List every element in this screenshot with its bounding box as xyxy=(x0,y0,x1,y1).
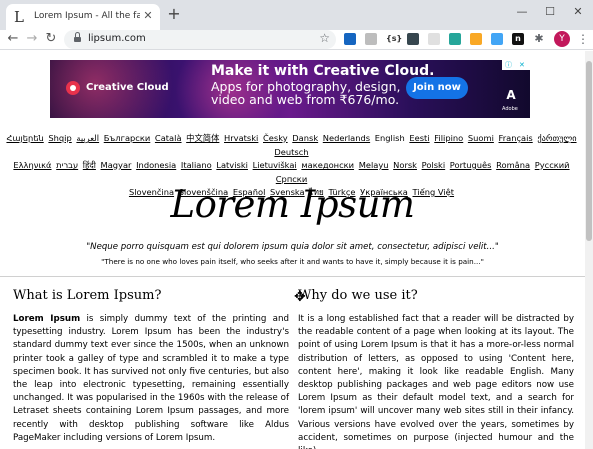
ext-blue-square-icon[interactable] xyxy=(344,33,356,45)
url-text[interactable]: lipsum.com xyxy=(88,33,146,44)
language-link[interactable]: Indonesia xyxy=(136,160,176,170)
language-link[interactable]: Latviski xyxy=(216,160,248,170)
language-link[interactable]: Melayu xyxy=(359,160,389,170)
browser-toolbar: ← → ↻ lipsum.com ☆ {s} n ✱ Y ⋮ xyxy=(0,30,593,50)
ext-green-circle-icon[interactable] xyxy=(449,33,461,45)
language-link[interactable]: Polski xyxy=(422,160,446,170)
browser-tab[interactable]: L Lorem Ipsum - All the facts - Lip ✕ xyxy=(6,4,160,30)
maximize-icon[interactable]: ☐ xyxy=(536,0,564,26)
language-link[interactable]: Eesti xyxy=(409,133,429,143)
language-link[interactable]: Nederlands xyxy=(323,133,370,143)
language-link[interactable]: Lietuviškai xyxy=(253,160,297,170)
what-is-body: is simply dummy text of the printing and… xyxy=(13,314,289,443)
why-use-text: It is a long established fact that a rea… xyxy=(298,314,574,449)
what-is-text: Lorem Ipsum is simply dummy text of the … xyxy=(13,313,289,445)
language-link[interactable]: Српски xyxy=(276,174,307,184)
language-link[interactable]: Հայերեն xyxy=(6,133,43,143)
menu-dots-icon[interactable]: ⋮ xyxy=(577,31,589,47)
language-row: Հայերեն Shqip العربية Български Català 中… xyxy=(3,132,580,159)
tab-close-icon[interactable]: ✕ xyxy=(142,10,154,22)
language-link[interactable]: Italiano xyxy=(181,160,212,170)
lock-icon[interactable] xyxy=(74,32,81,43)
back-icon[interactable]: ← xyxy=(5,31,21,47)
ext-clock-icon[interactable] xyxy=(365,33,377,45)
ext-pen-icon[interactable] xyxy=(407,33,419,45)
language-link[interactable]: Suomi xyxy=(468,133,494,143)
language-link[interactable]: Català xyxy=(155,133,182,143)
language-link[interactable]: Deutsch xyxy=(274,147,308,157)
why-use-heading: Why do we use it? xyxy=(298,288,418,303)
language-link[interactable]: Shqip xyxy=(48,133,71,143)
adchoices-icon[interactable]: ⓘ ✕ xyxy=(502,60,530,70)
ext-puzzle-icon[interactable]: ✱ xyxy=(533,33,545,45)
ad-join-button[interactable]: Join now xyxy=(406,77,468,99)
creative-cloud-logo-icon xyxy=(66,81,80,95)
bookmark-star-icon[interactable]: ☆ xyxy=(319,31,330,45)
latin-quote: "Neque porro quisquam est qui dolorem ip… xyxy=(86,242,499,252)
language-link[interactable]: Pyccкий xyxy=(535,160,570,170)
language-link[interactable]: Português xyxy=(450,160,492,170)
language-link[interactable]: Magyar xyxy=(101,160,132,170)
divider xyxy=(0,276,585,277)
tab-title: Lorem Ipsum - All the facts - Lip xyxy=(34,11,140,21)
ext-n-icon[interactable]: n xyxy=(512,33,524,45)
language-link[interactable]: Dansk xyxy=(292,133,318,143)
page-title: Lorem Ipsum xyxy=(170,183,415,226)
language-link[interactable]: македонски xyxy=(301,160,354,170)
language-link[interactable]: Česky xyxy=(263,133,288,143)
ext-blue-icon[interactable] xyxy=(491,33,503,45)
page-scrollbar[interactable] xyxy=(585,51,593,449)
language-link[interactable]: Hrvatski xyxy=(224,133,258,143)
reload-icon[interactable]: ↻ xyxy=(43,31,59,47)
ad-headline: Make it with Creative Cloud. xyxy=(211,63,435,79)
ext-yellow-icon[interactable] xyxy=(470,33,482,45)
language-link[interactable]: Româna xyxy=(496,160,530,170)
forward-icon[interactable]: → xyxy=(24,31,40,47)
english-quote: "There is no one who loves pain itself, … xyxy=(101,257,484,266)
new-tab-icon[interactable]: + xyxy=(166,6,182,22)
language-link[interactable]: English xyxy=(375,133,405,143)
language-link[interactable]: עברית xyxy=(56,160,78,170)
language-link[interactable]: Norsk xyxy=(393,160,417,170)
tab-strip: L Lorem Ipsum - All the facts - Lip ✕ + … xyxy=(0,0,593,30)
ad-brand: Creative Cloud xyxy=(86,82,169,93)
language-link[interactable]: العربية xyxy=(76,133,99,143)
scrollbar-thumb[interactable] xyxy=(586,61,592,241)
language-link[interactable]: 中文简体 xyxy=(186,133,219,143)
close-icon[interactable]: ✕ xyxy=(564,0,592,26)
lipsum-favicon-icon: L xyxy=(14,8,24,26)
address-bar[interactable]: lipsum.com ☆ xyxy=(64,30,336,49)
language-link[interactable]: Ελληνικά xyxy=(13,160,51,170)
ad-banner[interactable]: Creative Cloud Make it with Creative Clo… xyxy=(50,60,530,118)
language-link[interactable]: Français xyxy=(499,133,533,143)
ext-grey-square-icon[interactable] xyxy=(428,33,440,45)
profile-avatar[interactable]: Y xyxy=(554,31,570,47)
move-cursor-icon: ✥ xyxy=(294,289,306,305)
page-content: Creative Cloud Make it with Creative Clo… xyxy=(0,51,585,449)
lead-bold: Lorem Ipsum xyxy=(13,314,81,324)
what-is-heading: What is Lorem Ipsum? xyxy=(13,288,162,303)
language-row: Ελληνικά עברית हिंदी Magyar Indonesia It… xyxy=(3,159,580,186)
ad-body: Apps for photography, design, video and … xyxy=(211,79,401,107)
minimize-icon[interactable]: — xyxy=(508,0,536,26)
ext-code-icon[interactable]: {s} xyxy=(386,33,402,45)
language-link[interactable]: हिंदी xyxy=(83,160,96,170)
language-link[interactable]: Български xyxy=(104,133,151,143)
adobe-label: Adobe xyxy=(502,106,518,112)
language-link[interactable]: Filipino xyxy=(434,133,463,143)
language-link[interactable]: ქართული xyxy=(537,133,576,143)
